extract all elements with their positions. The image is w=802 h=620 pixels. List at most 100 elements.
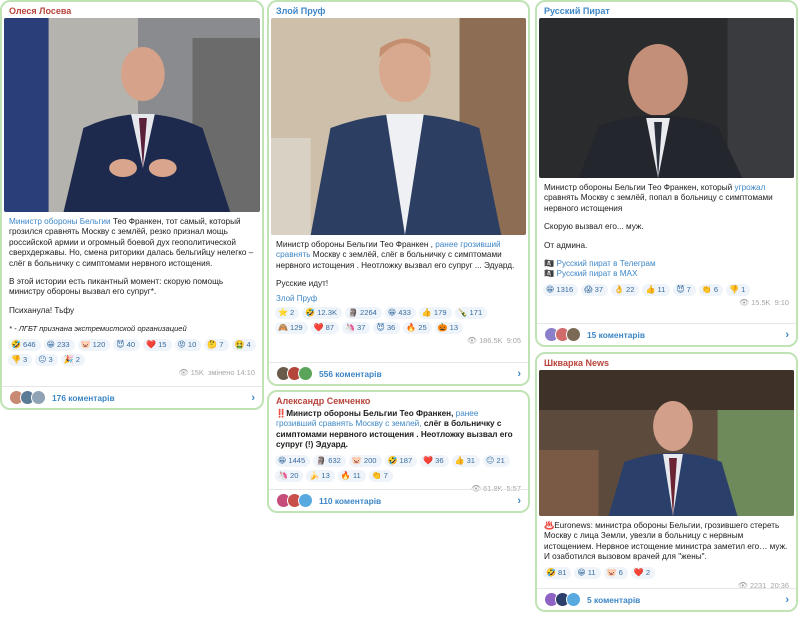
reaction-chip[interactable]: 🎉 2: [60, 353, 85, 366]
comments-link[interactable]: 110 коментарів ›: [269, 489, 528, 511]
reaction-chip[interactable]: 😈 7: [673, 283, 696, 296]
reaction-chip[interactable]: 😁 1316: [543, 283, 579, 296]
reaction-chip[interactable]: 😈 40: [113, 338, 141, 351]
reaction-count: 11: [352, 470, 361, 480]
reaction-emoji-icon: 👍: [454, 456, 465, 466]
reaction-emoji-icon: 🐷: [80, 340, 91, 350]
reaction-count: 25: [418, 322, 427, 332]
reaction-chip[interactable]: 🙈 129: [275, 321, 308, 334]
channel-name[interactable]: Русский Пират: [537, 2, 796, 18]
reaction-chip[interactable]: 🐷 120: [77, 338, 111, 351]
post-photo[interactable]: [539, 18, 794, 178]
reaction-chip[interactable]: 🗿 2264: [345, 306, 382, 319]
reactions-bar: 😁 1316 😱 37 👌 22 👍 11 😈 7 👏 6 👎 1: [537, 280, 796, 296]
post-photo[interactable]: [271, 18, 526, 235]
reaction-chip[interactable]: 🦄 20: [275, 469, 304, 482]
reaction-chip[interactable]: 🍾 171: [454, 306, 488, 319]
comments-link[interactable]: 5 коментарів ›: [537, 588, 796, 610]
channel-name[interactable]: Олеся Лосева: [2, 2, 262, 18]
reaction-chip[interactable]: 👏 7: [368, 469, 393, 482]
reaction-chip[interactable]: 👎 3: [8, 353, 33, 366]
reaction-chip[interactable]: 😁 433: [384, 306, 416, 319]
reaction-emoji-icon: 🦄: [345, 323, 356, 333]
reaction-chip[interactable]: 🤣 81: [543, 566, 572, 579]
reaction-count: 81: [557, 567, 567, 577]
reaction-emoji-icon: ❤️: [146, 340, 157, 350]
eye-icon: 👁: [739, 297, 750, 307]
reaction-count: 37: [594, 284, 604, 294]
reactions-bar: 🤣 81 😁 11 🐷 6 ❤️ 2: [537, 563, 796, 579]
reaction-chip[interactable]: 🔥 25: [403, 321, 432, 334]
channel-name[interactable]: Шкварка News: [537, 354, 796, 370]
reaction-emoji-icon: 🍌: [309, 471, 320, 481]
reaction-chip[interactable]: 🦄 37: [342, 321, 371, 334]
reaction-count: 3: [22, 354, 28, 364]
footnote: * - ЛГБТ признана экстремистской организ…: [9, 324, 187, 334]
reaction-chip[interactable]: 🐷 6: [603, 566, 628, 579]
commenter-avatars: [276, 493, 313, 508]
reaction-chip[interactable]: 👍 11: [642, 283, 671, 296]
reaction-chip[interactable]: 😱 37: [581, 283, 609, 296]
post-photo[interactable]: [539, 370, 794, 516]
reaction-chip[interactable]: 👎 1: [726, 283, 751, 296]
reaction-chip[interactable]: ❤️ 2: [630, 566, 656, 579]
reaction-emoji-icon: 😈: [376, 323, 385, 333]
max-link[interactable]: Русский пират в MAX: [556, 269, 637, 278]
post-card: Олеся Лосева Министр обороны Бельгии Тео…: [0, 0, 264, 410]
reaction-chip[interactable]: 🤮 4: [231, 338, 256, 351]
reaction-chip[interactable]: 😡 10: [174, 338, 202, 351]
post-photo[interactable]: [4, 18, 260, 212]
reaction-emoji-icon: 🔥: [406, 323, 417, 333]
reaction-chip[interactable]: 🤣 187: [384, 454, 418, 467]
reaction-chip[interactable]: 😁 233: [43, 338, 75, 351]
reaction-chip[interactable]: 😐 3: [35, 353, 58, 366]
reaction-count: 21: [496, 455, 505, 465]
reaction-chip[interactable]: 👍 179: [418, 306, 452, 319]
reaction-count: 120: [92, 339, 106, 349]
reaction-chip[interactable]: 😐 21: [483, 454, 510, 467]
text-link[interactable]: угрожал: [734, 183, 765, 192]
reaction-chip[interactable]: ❤️ 15: [143, 338, 172, 351]
reaction-emoji-icon: 🗿: [316, 456, 327, 466]
reaction-emoji-icon: 🔥: [340, 471, 351, 481]
reaction-emoji-icon: 🎃: [437, 323, 448, 333]
comments-link[interactable]: 176 коментарів ›: [2, 386, 262, 408]
chevron-right-icon: ›: [517, 367, 521, 380]
reaction-chip[interactable]: 🍌 13: [306, 469, 335, 482]
reaction-chip[interactable]: 🔥 11: [337, 469, 366, 482]
reaction-emoji-icon: 🗿: [348, 308, 358, 318]
reaction-emoji-icon: 😐: [486, 456, 495, 466]
text-link[interactable]: Министр обороны Бельгии: [9, 217, 111, 226]
reaction-chip[interactable]: 👏 6: [698, 283, 724, 296]
reaction-chip[interactable]: ❤️ 36: [420, 454, 449, 467]
reaction-emoji-icon: 😱: [584, 285, 593, 295]
reaction-chip[interactable]: 😈 36: [373, 321, 401, 334]
reaction-emoji-icon: 😁: [278, 456, 287, 466]
reaction-chip[interactable]: 😁 1445: [275, 454, 311, 467]
comments-link[interactable]: 15 коментарів ›: [537, 323, 796, 345]
reaction-chip[interactable]: 👍 31: [451, 454, 481, 467]
signature-link[interactable]: Злой Пруф: [269, 290, 528, 303]
reaction-chip[interactable]: 👌 22: [611, 283, 640, 296]
reaction-count: 1: [741, 284, 746, 294]
reaction-chip[interactable]: 🐷 200: [348, 454, 382, 467]
reaction-chip[interactable]: 😁 11: [574, 566, 601, 579]
reaction-chip[interactable]: 🤔 7: [204, 338, 229, 351]
telegram-link[interactable]: Русский пират в Телеграм: [556, 259, 655, 268]
reaction-chip[interactable]: 🗿 632: [313, 454, 346, 467]
reaction-chip[interactable]: 🤣 646: [8, 338, 41, 351]
reaction-emoji-icon: 🐷: [351, 456, 362, 466]
reaction-chip[interactable]: 🤣 12.3K: [302, 306, 343, 319]
chevron-right-icon: ›: [785, 328, 789, 341]
reaction-chip[interactable]: ⭐ 2: [275, 306, 300, 319]
post-text: Министр обороны Бельгии Тео Франкен , ра…: [276, 240, 515, 289]
reaction-count: 7: [383, 470, 388, 480]
reaction-chip[interactable]: ❤️ 87: [310, 321, 340, 334]
post-card: Александр Семченко ‼️Министр обороны Бел…: [267, 390, 530, 513]
channel-name[interactable]: Злой Пруф: [269, 2, 528, 18]
reaction-count: 233: [56, 339, 70, 349]
reaction-chip[interactable]: 🎃 13: [434, 321, 464, 334]
commenter-avatars: [544, 592, 581, 607]
comments-link[interactable]: 556 коментарів ›: [269, 362, 528, 384]
channel-name[interactable]: Александр Семченко: [269, 392, 528, 408]
